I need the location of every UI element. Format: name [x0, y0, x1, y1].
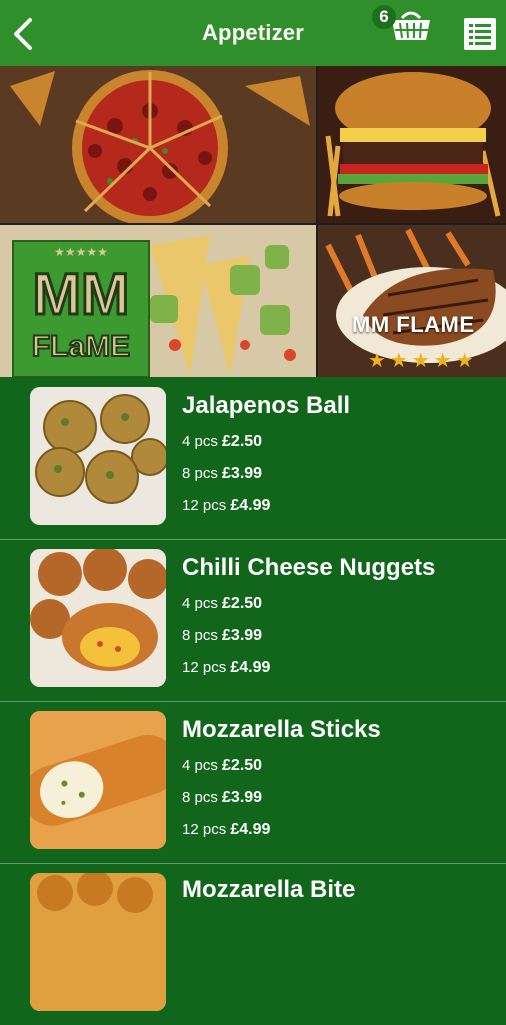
rating-stars: ★★★★★: [368, 350, 478, 372]
item-thumbnail: [30, 387, 166, 525]
price-option[interactable]: 4 pcs £2.50: [182, 433, 262, 451]
list-item-chilli-cheese-nuggets[interactable]: Chilli Cheese Nuggets 4 pcs £2.50 8 pcs …: [0, 539, 506, 702]
svg-text:★★★★★: ★★★★★: [54, 245, 108, 259]
top-app-bar: Appetizer 6: [0, 0, 506, 66]
item-name: Chilli Cheese Nuggets: [182, 554, 436, 581]
item-name: Mozzarella Sticks: [182, 716, 381, 743]
item-name: Jalapenos Ball: [182, 392, 351, 419]
list-item-mozzarella-bite[interactable]: Mozzarella Bite: [0, 863, 506, 1025]
pizza-image: [0, 66, 316, 223]
price-option[interactable]: 12 pcs £4.99: [182, 821, 270, 839]
list-menu-icon[interactable]: [464, 18, 496, 50]
list-item-jalapenos-ball[interactable]: Jalapenos Ball 4 pcs £2.50 8 pcs £3.99 1…: [0, 377, 506, 540]
item-thumbnail: [30, 549, 166, 687]
item-thumbnail: [30, 711, 166, 849]
price-option[interactable]: 12 pcs £4.99: [182, 659, 270, 677]
price-option[interactable]: 4 pcs £2.50: [182, 595, 262, 613]
list-item-mozzarella-sticks[interactable]: Mozzarella Sticks 4 pcs £2.50 8 pcs £3.9…: [0, 701, 506, 864]
burger-image: [318, 66, 506, 223]
cart-count-badge[interactable]: 6: [372, 5, 396, 29]
mm-flame-logo: ★★★★★ MM FLaME: [12, 240, 150, 377]
logo-line1: MM: [33, 262, 130, 327]
price-option[interactable]: 12 pcs £4.99: [182, 497, 270, 515]
price-option[interactable]: 8 pcs £3.99: [182, 627, 262, 645]
price-option[interactable]: 8 pcs £3.99: [182, 789, 262, 807]
logo-line2: FLaME: [32, 330, 130, 363]
price-option[interactable]: 4 pcs £2.50: [182, 757, 262, 775]
banner-caption: MM FLAME: [352, 312, 475, 337]
price-option[interactable]: 8 pcs £3.99: [182, 465, 262, 483]
item-thumbnail: [30, 873, 166, 1011]
